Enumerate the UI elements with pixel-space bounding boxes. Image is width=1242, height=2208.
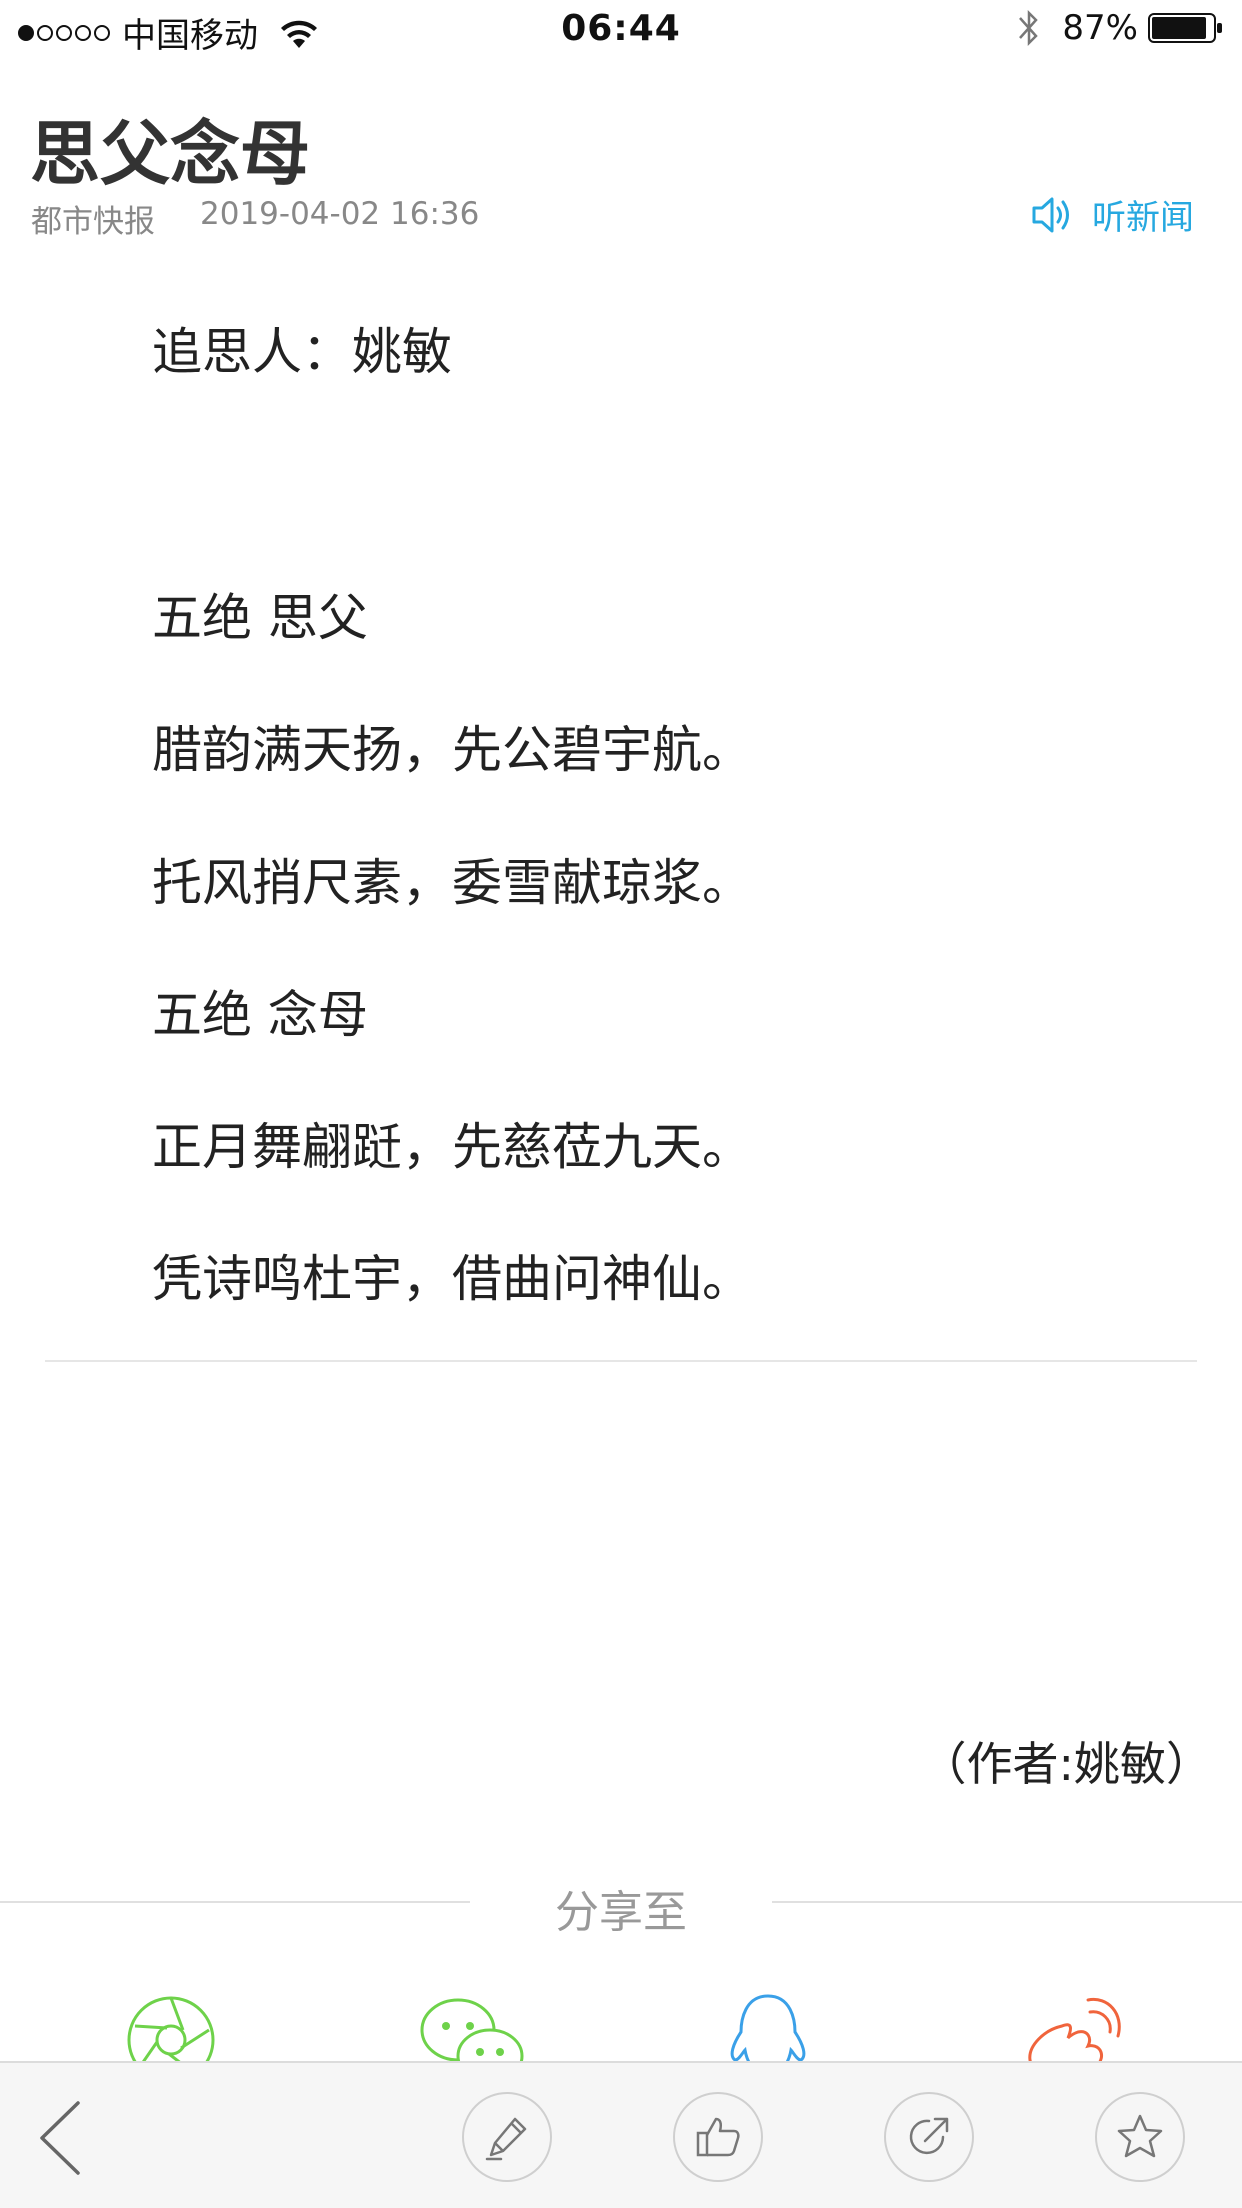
content-line: 五绝 思父: [152, 589, 368, 647]
content-line: 腊韵满天扬，先公碧宇航。: [152, 721, 752, 779]
share-header: 分享至: [0, 1872, 1242, 1938]
moments-icon[interactable]: [121, 1990, 221, 2065]
back-icon: [40, 2101, 80, 2175]
content-line: 托风捎尺素，委雪献琼浆。: [152, 854, 752, 912]
content-line: 五绝 念母: [152, 986, 368, 1044]
favorite-icon: [1117, 2114, 1163, 2158]
weibo-icon[interactable]: [1022, 1990, 1122, 2065]
status-bar: 中国移动 06:44 87%: [0, 0, 1242, 60]
comment-icon: [485, 2117, 527, 2161]
article-title: 思父念母: [30, 113, 310, 195]
content-line: 凭诗鸣杜宇，借曲问神仙。: [152, 1250, 752, 1308]
content-line: 正月舞翩跹，先慈莅九天。: [152, 1118, 752, 1176]
content-divider: [45, 1360, 1197, 1362]
article-source: 都市快报: [31, 204, 155, 240]
battery-percentage: 87%: [1062, 8, 1138, 48]
article-date: 2019-04-02 16:36: [200, 196, 480, 232]
share-label: 分享至: [555, 1887, 687, 1938]
status-right: 87%: [1016, 8, 1224, 48]
listen-news-label: 听新闻: [1092, 198, 1194, 238]
like-icon: [696, 2117, 740, 2157]
comment-button[interactable]: [462, 2092, 552, 2182]
speaker-icon: [1032, 197, 1069, 232]
share-button[interactable]: [884, 2092, 974, 2182]
share-icon: [909, 2117, 949, 2155]
content-line: 追思人：姚敏: [152, 323, 452, 381]
battery-icon: [1148, 13, 1222, 43]
author-credit: （作者:姚敏）: [920, 1737, 1213, 1791]
wechat-icon[interactable]: [418, 1990, 526, 2065]
bluetooth-icon: [1019, 9, 1039, 47]
qq-icon[interactable]: [723, 1990, 813, 2065]
listen-news-button[interactable]: 听新闻: [1028, 190, 1194, 239]
like-button[interactable]: [673, 2092, 763, 2182]
back-button[interactable]: [30, 2093, 90, 2183]
favorite-button[interactable]: [1095, 2092, 1185, 2182]
article-meta: 都市快报 2019-04-02 16:36: [31, 196, 479, 241]
bottom-toolbar: [0, 2061, 1242, 2208]
